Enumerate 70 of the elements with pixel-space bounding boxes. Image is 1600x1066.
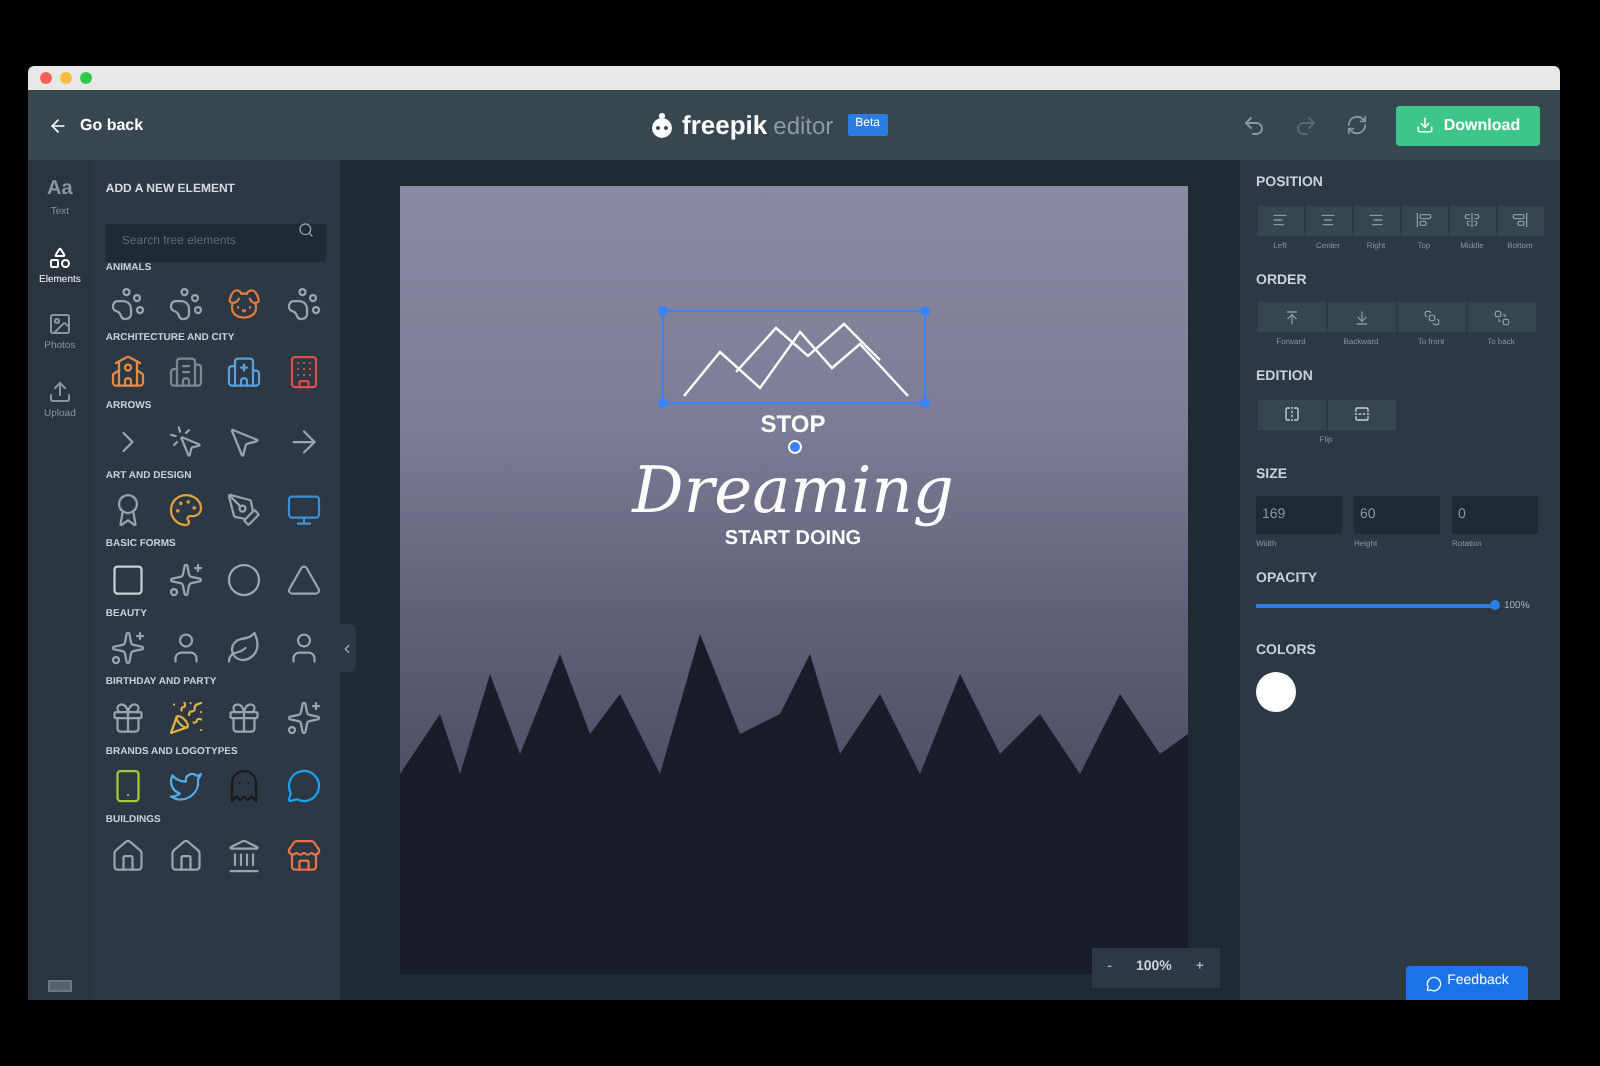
triangle-icon[interactable] [285,561,321,597]
opacity-slider-thumb[interactable] [1490,600,1500,611]
layer-icon [1493,309,1509,325]
resize-handle[interactable] [919,306,929,316]
start-doing-text: START DOING [724,528,862,552]
undo-icon[interactable] [1242,113,1266,137]
sparkle-icon[interactable] [285,699,321,735]
house-icon[interactable] [168,837,205,873]
flip-horizontal-button[interactable] [1257,399,1325,429]
paw-icon[interactable] [285,285,321,321]
building-icon[interactable] [168,354,205,390]
palette-icon[interactable] [168,492,205,528]
circle-icon[interactable] [226,561,263,597]
monitor-icon[interactable] [285,492,321,528]
resize-handle[interactable] [657,306,667,316]
search-icon [297,222,313,238]
building-icon[interactable] [285,354,321,390]
download-icon [1415,116,1434,134]
align-icon [1512,212,1528,228]
shop-icon[interactable] [285,837,321,873]
dog-icon[interactable] [226,285,263,321]
refresh-icon[interactable] [1346,114,1368,136]
logo-suffix: editor [773,109,834,143]
shapes-icon [47,245,72,269]
house-icon[interactable] [109,837,146,873]
chevron-left-icon [340,641,354,655]
download-button[interactable]: Download [1396,105,1540,145]
align-icon [1320,212,1336,228]
text-glyph-icon: Aa [47,178,73,202]
stop-text: STOP [760,410,826,438]
leaf-icon[interactable] [226,630,263,666]
rotate-handle-icon[interactable] [787,440,801,454]
sparkle-icon[interactable] [168,561,205,597]
back-arrow-icon [48,115,68,135]
align-icon [1368,212,1384,228]
bank-icon[interactable] [226,837,263,873]
rounded-rectangle-icon[interactable] [109,561,146,597]
align-icon [1272,212,1288,228]
pen-icon[interactable] [226,492,263,528]
layer-icon [1283,309,1299,325]
paw-icon[interactable] [109,285,146,321]
gift-icon[interactable] [109,699,146,735]
flip-icon [1283,406,1299,422]
pointer-icon[interactable] [168,423,205,459]
pointer-icon[interactable] [226,423,263,459]
logo-wordmark: freepik [682,107,768,144]
upload-icon [47,379,72,403]
align-icon [1416,212,1432,228]
chat-icon [1425,975,1442,991]
flip-vertical-button[interactable] [1327,399,1395,429]
resize-handle[interactable] [919,398,929,408]
gift-icon[interactable] [226,699,263,735]
hospital-icon[interactable] [226,354,263,390]
school-icon[interactable] [109,354,146,390]
go-back-button[interactable]: Go back [48,113,648,137]
logo-icon [648,111,676,139]
bird-icon[interactable] [168,768,205,804]
layer-icon [1353,309,1369,325]
flip-icon [1353,406,1369,422]
color-swatch[interactable] [1256,671,1296,711]
paw-icon[interactable] [168,285,205,321]
align-icon [1464,212,1480,228]
chat-icon[interactable] [285,768,321,804]
image-icon [47,312,72,336]
keyboard-icon[interactable] [47,980,72,992]
resize-handle[interactable] [657,398,667,408]
layer-icon [1423,309,1439,325]
sparkle-icon[interactable] [109,630,146,666]
dreaming-text: Dreaming [632,456,954,524]
selection-box[interactable] [661,310,925,404]
